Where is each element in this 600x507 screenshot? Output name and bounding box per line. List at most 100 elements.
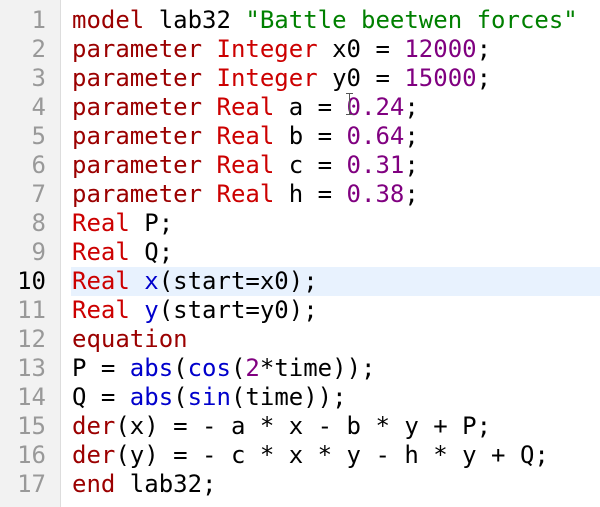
code-line[interactable]: 16 der(y) = - c * x * y - h * y + Q; (0, 441, 600, 470)
line-number: 8 (31, 209, 46, 237)
code-token-type: Real (216, 93, 275, 121)
code-line[interactable]: 5 parameter Real b = 0.64; (0, 122, 600, 151)
code-token-plain: lab32 (144, 6, 246, 34)
code-text[interactable]: der(y) = - c * x * y - h * y + Q; (71, 441, 600, 470)
code-text[interactable]: parameter Integer x0 = 12000; (71, 35, 600, 64)
line-number: 3 (31, 64, 46, 92)
code-token-plain: x0 = (317, 35, 405, 63)
line-number: 12 (17, 325, 46, 353)
code-token-func: sin (187, 383, 231, 411)
code-line[interactable]: 14 Q = abs(sin(time)); (0, 383, 600, 412)
code-token-plain: ; (404, 151, 419, 179)
code-lines[interactable]: 1 model lab32 "Battle beetwen forces" 2 par… (0, 6, 600, 499)
code-token-plain: ; (404, 93, 419, 121)
code-text[interactable]: Real y(start=y0); (71, 296, 600, 325)
code-line[interactable]: 7 parameter Real h = 0.38; (0, 180, 600, 209)
code-token-type: Integer (216, 35, 318, 63)
code-text[interactable]: parameter Integer y0 = 15000; (71, 64, 600, 93)
code-token-plain: ; (476, 35, 492, 63)
code-text[interactable]: Real P; (71, 209, 600, 238)
code-text[interactable]: P = abs(cos(2*time)); (71, 354, 600, 383)
line-number: 7 (31, 180, 46, 208)
code-token-number: 0.38 (346, 180, 405, 208)
code-token-plain: a = (274, 93, 347, 121)
code-token-type: Integer (216, 64, 318, 92)
line-number: 5 (31, 122, 46, 150)
code-token-func: abs (129, 354, 174, 382)
code-token-keyword: der (72, 412, 116, 440)
code-token-plain: y0 = (317, 64, 405, 92)
code-token-number: 0.31 (346, 151, 405, 179)
code-token-var: x (144, 267, 159, 295)
code-line[interactable]: 8 Real P; (0, 209, 600, 238)
code-text[interactable]: parameter Real a = 0.24; (71, 93, 600, 122)
code-token-plain: Q = (72, 383, 130, 411)
code-text[interactable]: end lab32; (71, 470, 600, 499)
code-token-plain: ( (173, 354, 188, 382)
line-number: 10 (17, 267, 46, 295)
code-text[interactable]: der(x) = - a * x - b * y + P; (71, 412, 600, 441)
code-line[interactable]: 10 Real x(start=x0); (0, 267, 600, 296)
code-line[interactable]: 2 parameter Integer x0 = 12000; (0, 35, 600, 64)
code-token-type: Real (216, 180, 275, 208)
code-token-number: 0.64 (346, 122, 405, 150)
code-text[interactable]: parameter Real c = 0.31; (71, 151, 600, 180)
code-line[interactable]: 6 parameter Real c = 0.31; (0, 151, 600, 180)
code-token-keyword: equation (72, 325, 188, 353)
code-token-plain: ; (404, 122, 419, 150)
code-token-keyword: parameter (72, 151, 203, 179)
code-token-keyword: parameter (72, 64, 203, 92)
line-number: 14 (17, 383, 46, 411)
code-token-var: y (144, 296, 159, 324)
code-line[interactable]: 1 model lab32 "Battle beetwen forces" (0, 6, 600, 35)
line-number: 2 (31, 35, 46, 63)
code-line[interactable]: 13 P = abs(cos(2*time)); (0, 354, 600, 383)
code-line[interactable]: 11 Real y(start=y0); (0, 296, 600, 325)
code-token-keyword: der (72, 441, 116, 469)
code-token-type: Real (72, 267, 130, 295)
code-token-keyword: parameter (72, 122, 203, 150)
code-token-keyword: end (72, 470, 116, 498)
code-text[interactable]: parameter Real h = 0.38; (71, 180, 600, 209)
code-text[interactable]: Real Q; (71, 238, 600, 267)
code-token-plain: (start=x0); (158, 267, 318, 295)
code-token-plain: (x) = - a * x - b * y + P; (115, 412, 492, 440)
line-number: 11 (17, 296, 46, 324)
line-number: 13 (17, 354, 46, 382)
line-number: 15 (17, 412, 46, 440)
line-number: 17 (17, 470, 46, 498)
code-token-number: 15000 (404, 64, 477, 92)
code-token-number: 12000 (404, 35, 477, 63)
code-token-plain: ( (173, 383, 188, 411)
code-line[interactable]: 15 der(x) = - a * x - b * y + P; (0, 412, 600, 441)
code-editor[interactable]: 1 model lab32 "Battle beetwen forces" 2 par… (0, 0, 600, 507)
code-line[interactable]: 4 parameter Real a = 0.24; (0, 93, 600, 122)
code-text[interactable]: Q = abs(sin(time)); (71, 383, 600, 412)
code-token-plain: lab32; (115, 470, 217, 498)
code-token-plain: (time)); (230, 383, 347, 411)
code-line[interactable]: 12 equation (0, 325, 600, 354)
code-text[interactable]: equation (71, 325, 600, 354)
code-text[interactable]: Real x(start=x0); (71, 267, 600, 296)
code-token-keyword: model (72, 6, 145, 34)
code-line[interactable]: 17 end lab32; (0, 470, 600, 499)
code-token-type: Real (216, 151, 275, 179)
code-token-plain: ; (476, 64, 492, 92)
code-line[interactable]: 9 Real Q; (0, 238, 600, 267)
line-number: 1 (31, 6, 46, 34)
line-number: 4 (31, 93, 46, 121)
code-text[interactable]: parameter Real b = 0.64; (71, 122, 600, 151)
code-token-plain: P; (129, 209, 174, 237)
code-token-plain: c = (274, 151, 347, 179)
code-line[interactable]: 3 parameter Integer y0 = 15000; (0, 64, 600, 93)
code-text[interactable]: model lab32 "Battle beetwen forces" (71, 6, 600, 35)
code-token-keyword: parameter (72, 35, 203, 63)
